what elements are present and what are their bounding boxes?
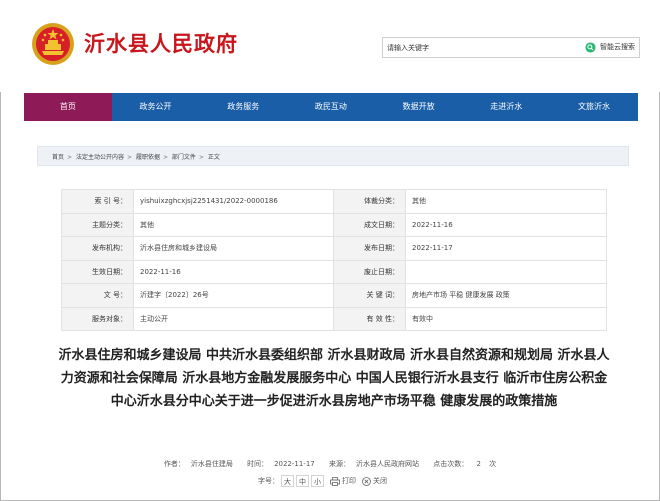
close-label: 关闭 [373,477,387,485]
keywords-label: 关 键 词： [333,283,406,308]
nav-item-open-data[interactable]: 数据开放 [375,93,463,121]
document-info-table: 索 引 号： yishuixzghcxjsj2251431/2022-00001… [61,189,607,331]
national-emblem-icon[interactable] [30,21,76,67]
font-size-label: 字号： [258,477,279,485]
validity-value: 有效中 [405,306,607,331]
views-label: 点击次数： [433,460,469,468]
nav-item-culture-tourism[interactable]: 文旅沂水 [550,93,638,121]
source-value: 沂水县人民政府网站 [355,460,419,468]
abolish-date-value [405,259,607,284]
table-row: 主题分类： 其他 成文日期： 2022-11-16 [61,212,607,237]
keywords-value: 房地产市场 平稳 健康发展 政策 [405,283,607,308]
printer-icon [330,476,340,486]
nav-item-interaction[interactable]: 政民互动 [287,93,375,121]
font-size-large-button[interactable]: 大 [281,475,294,487]
doc-number-value: 沂建字〔2022〕26号 [133,283,334,308]
topic-label: 主题分类： [61,212,134,237]
published-date-value: 2022-11-17 [405,236,607,261]
written-date-value: 2022-11-16 [405,212,607,237]
nav-item-home[interactable]: 首页 [24,93,112,121]
breadcrumb-separator: > [198,154,204,161]
carrier-label: 体裁分类： [333,189,406,214]
index-value: yishuixzghcxjsj2251431/2022-0000186 [133,189,334,214]
close-icon [362,476,371,486]
written-date-label: 成文日期： [333,212,406,237]
time-label: 时间： [247,460,269,468]
nav-item-gov-services[interactable]: 政务服务 [199,93,287,121]
effective-date-value: 2022-11-16 [133,259,334,284]
abolish-date-label: 废止日期： [333,259,406,284]
topic-value: 其他 [133,212,334,237]
service-target-value: 主动公开 [133,306,334,331]
nav-item-gov-affairs-open[interactable]: 政务公开 [112,93,200,121]
breadcrumb-current: 正文 [207,154,220,161]
validity-label: 有 效 性： [333,306,406,331]
service-target-label: 服务对象： [61,306,134,331]
published-date-label: 发布日期： [333,236,406,261]
breadcrumb-separator: > [126,154,133,161]
breadcrumb: 首页 > 法定主动公开内容 > 履职依据 > 部门文件 > 正文 [37,146,629,166]
article-tools: 字号： 大 中 小 打印 关闭 [258,474,387,488]
table-row: 文 号： 沂建字〔2022〕26号 关 键 词： 房地产市场 平稳 健康发展 政… [61,283,607,308]
org-label: 发布机构： [61,236,134,261]
breadcrumb-separator: > [162,154,168,161]
article-title: 沂水县住房和城乡建设局 中共沂水县委组织部 沂水县财政局 沂水县自然资源和规划局… [58,348,610,409]
table-row: 发布机构： 沂水县住房和城乡建设局 发布日期： 2022-11-17 [61,236,607,261]
org-value: 沂水县住房和城乡建设局 [133,236,334,261]
index-label: 索 引 号： [61,189,134,214]
views-unit: 次 [489,460,497,468]
table-row: 生效日期： 2022-11-16 废止日期： [61,259,607,284]
breadcrumb-dept-docs[interactable]: 部门文件 [172,154,196,161]
close-button[interactable]: 关闭 [362,476,387,486]
effective-date-label: 生效日期： [61,259,134,284]
table-row: 服务对象： 主动公开 有 效 性： 有效中 [61,306,607,331]
author-value: 沂水县住建局 [190,460,233,468]
main-nav: 首页 政务公开 政务服务 政民互动 数据开放 走进沂水 文旅沂水 [24,93,638,121]
site-header: 沂水县人民政府 智能云搜索 [0,0,660,92]
ai-search-button[interactable]: 智能云搜索 [600,42,635,52]
font-size-small-button[interactable]: 小 [311,475,324,487]
search-input[interactable] [387,40,573,55]
author-label: 作者： [163,460,185,468]
breadcrumb-separator: > [67,154,73,161]
font-size-medium-button[interactable]: 中 [296,475,309,487]
print-label: 打印 [342,477,356,485]
source-label: 来源： [328,460,350,468]
site-title[interactable]: 沂水县人民政府 [84,28,238,58]
ai-search-icon[interactable] [585,42,596,53]
doc-number-label: 文 号： [61,283,134,308]
nav-item-about-yishui[interactable]: 走进沂水 [462,93,550,121]
time-value: 2022-11-17 [274,460,315,468]
breadcrumb-home[interactable]: 首页 [52,154,64,161]
breadcrumb-open-content[interactable]: 法定主动公开内容 [76,154,124,161]
views-count: 2 [476,460,481,468]
article-meta: 作者： 沂水县住建局 时间： 2022-11-17 来源： 沂水县人民政府网站 点击次… [0,459,660,469]
breadcrumb-duty-basis[interactable]: 履职依据 [136,154,160,161]
carrier-value: 其他 [405,189,607,214]
print-button[interactable]: 打印 [330,476,356,486]
table-row: 索 引 号： yishuixzghcxjsj2251431/2022-00001… [61,189,607,214]
